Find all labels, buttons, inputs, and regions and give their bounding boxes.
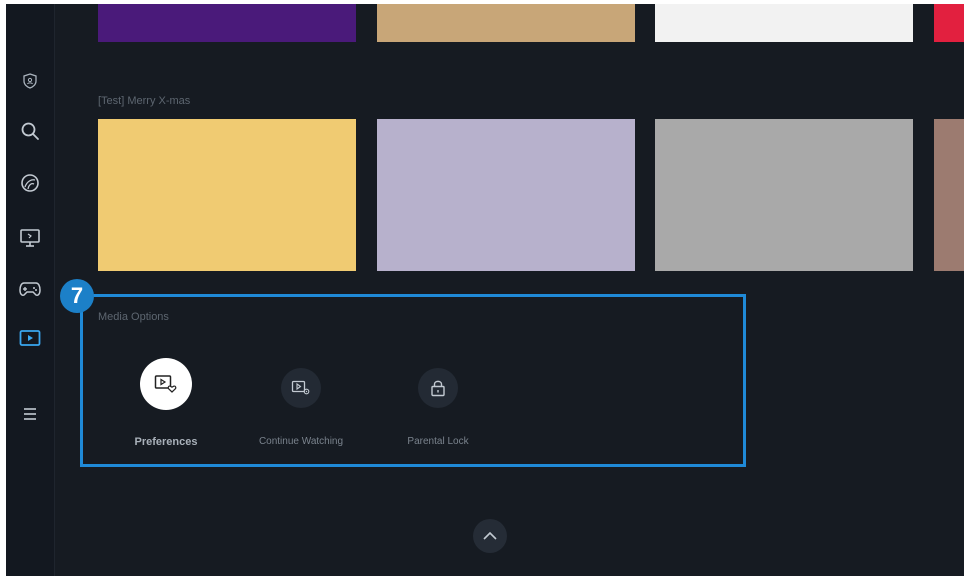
chevron-up-icon <box>482 531 498 541</box>
parental-lock-icon <box>418 368 458 408</box>
menu-icon[interactable] <box>18 402 42 426</box>
content-tile[interactable] <box>98 119 356 271</box>
continue-watching-option[interactable]: Continue Watching <box>256 368 346 448</box>
content-tile[interactable] <box>377 4 635 42</box>
continue-watching-icon <box>281 368 321 408</box>
continue-watching-label: Continue Watching <box>258 436 344 447</box>
content-tile[interactable] <box>934 4 964 42</box>
ambient-icon[interactable] <box>18 171 42 195</box>
media-options-title: Media Options <box>98 311 169 323</box>
row-title: [Test] Merry X-mas <box>98 95 191 107</box>
preferences-icon <box>140 358 192 410</box>
content-tile[interactable] <box>98 4 356 42</box>
parental-lock-label: Parental Lock <box>407 436 469 447</box>
gamepad-icon[interactable] <box>18 277 42 301</box>
callout-badge: 7 <box>60 279 94 313</box>
content-tile[interactable] <box>655 119 913 271</box>
live-tv-icon[interactable] <box>18 226 42 250</box>
sidebar <box>6 4 55 576</box>
content-tile[interactable] <box>934 119 964 271</box>
tv-screen: [Test] Merry X-mas 7 Media Options Prefe… <box>6 4 964 576</box>
media-icon[interactable] <box>18 326 42 350</box>
content-tile[interactable] <box>655 4 913 42</box>
preferences-option[interactable]: Preferences <box>121 358 211 453</box>
shield-profile-icon[interactable] <box>18 69 42 93</box>
search-icon[interactable] <box>18 119 42 143</box>
scroll-up-button[interactable] <box>473 519 507 553</box>
content-tile[interactable] <box>377 119 635 271</box>
preferences-label: Preferences <box>134 436 198 448</box>
parental-lock-option[interactable]: Parental Lock <box>393 368 483 448</box>
